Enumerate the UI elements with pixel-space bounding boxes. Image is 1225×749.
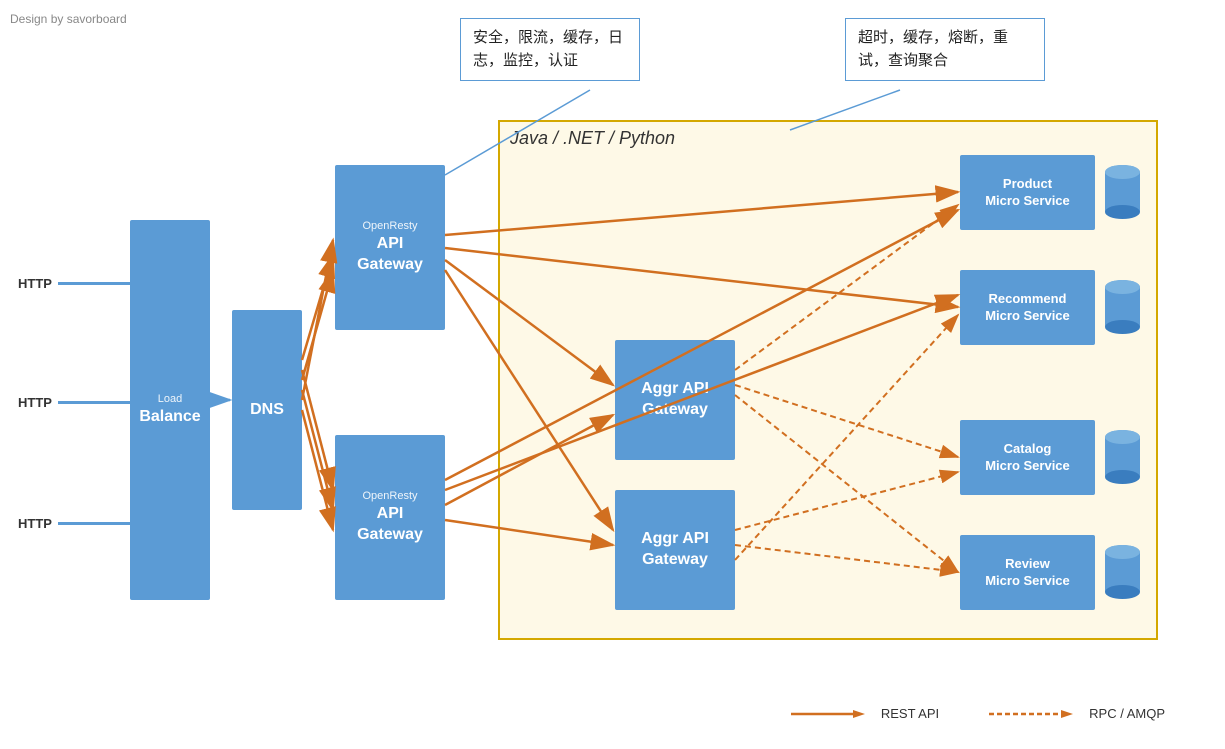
catalog-micro-service-box: CatalogMicro Service: [960, 420, 1095, 495]
review-db-icon: [1105, 542, 1140, 602]
http-arrow-3: HTTP: [18, 516, 143, 531]
tooltip-timeout: 超时，缓存，熔断，重试，查询聚合: [845, 18, 1045, 81]
rpc-label: RPC / AMQP: [1089, 706, 1165, 721]
http-arrow-1: HTTP: [18, 276, 143, 291]
api-gateway-1-box: OpenResty APIGateway: [335, 165, 445, 330]
http-arrow-2: HTTP: [18, 395, 143, 410]
product-micro-service-box: ProductMicro Service: [960, 155, 1095, 230]
review-micro-service-box: ReviewMicro Service: [960, 535, 1095, 610]
aggr-api-gateway-1-box: Aggr APIGateway: [615, 340, 735, 460]
inner-zone-label: Java / .NET / Python: [510, 128, 675, 149]
rpc-arrow-icon: [989, 707, 1079, 721]
recommend-db-icon: [1105, 277, 1140, 337]
aggr-api-gateway-2-box: Aggr APIGateway: [615, 490, 735, 610]
watermark: Design by savorboard: [10, 12, 127, 26]
catalog-db-icon: [1105, 427, 1140, 487]
legend-rpc: RPC / AMQP: [989, 706, 1165, 721]
recommend-micro-service-box: RecommendMicro Service: [960, 270, 1095, 345]
legend-rest-api: REST API: [791, 706, 939, 721]
load-balance-box: Load Balance: [130, 220, 210, 600]
api-gateway-2-box: OpenResty APIGateway: [335, 435, 445, 600]
rest-api-label: REST API: [881, 706, 939, 721]
product-db-icon: [1105, 162, 1140, 222]
legend: REST API RPC / AMQP: [791, 706, 1165, 721]
dns-box: DNS: [232, 310, 302, 510]
rest-api-arrow-icon: [791, 707, 871, 721]
tooltip-security: 安全，限流，缓存，日志，监控，认证: [460, 18, 640, 81]
